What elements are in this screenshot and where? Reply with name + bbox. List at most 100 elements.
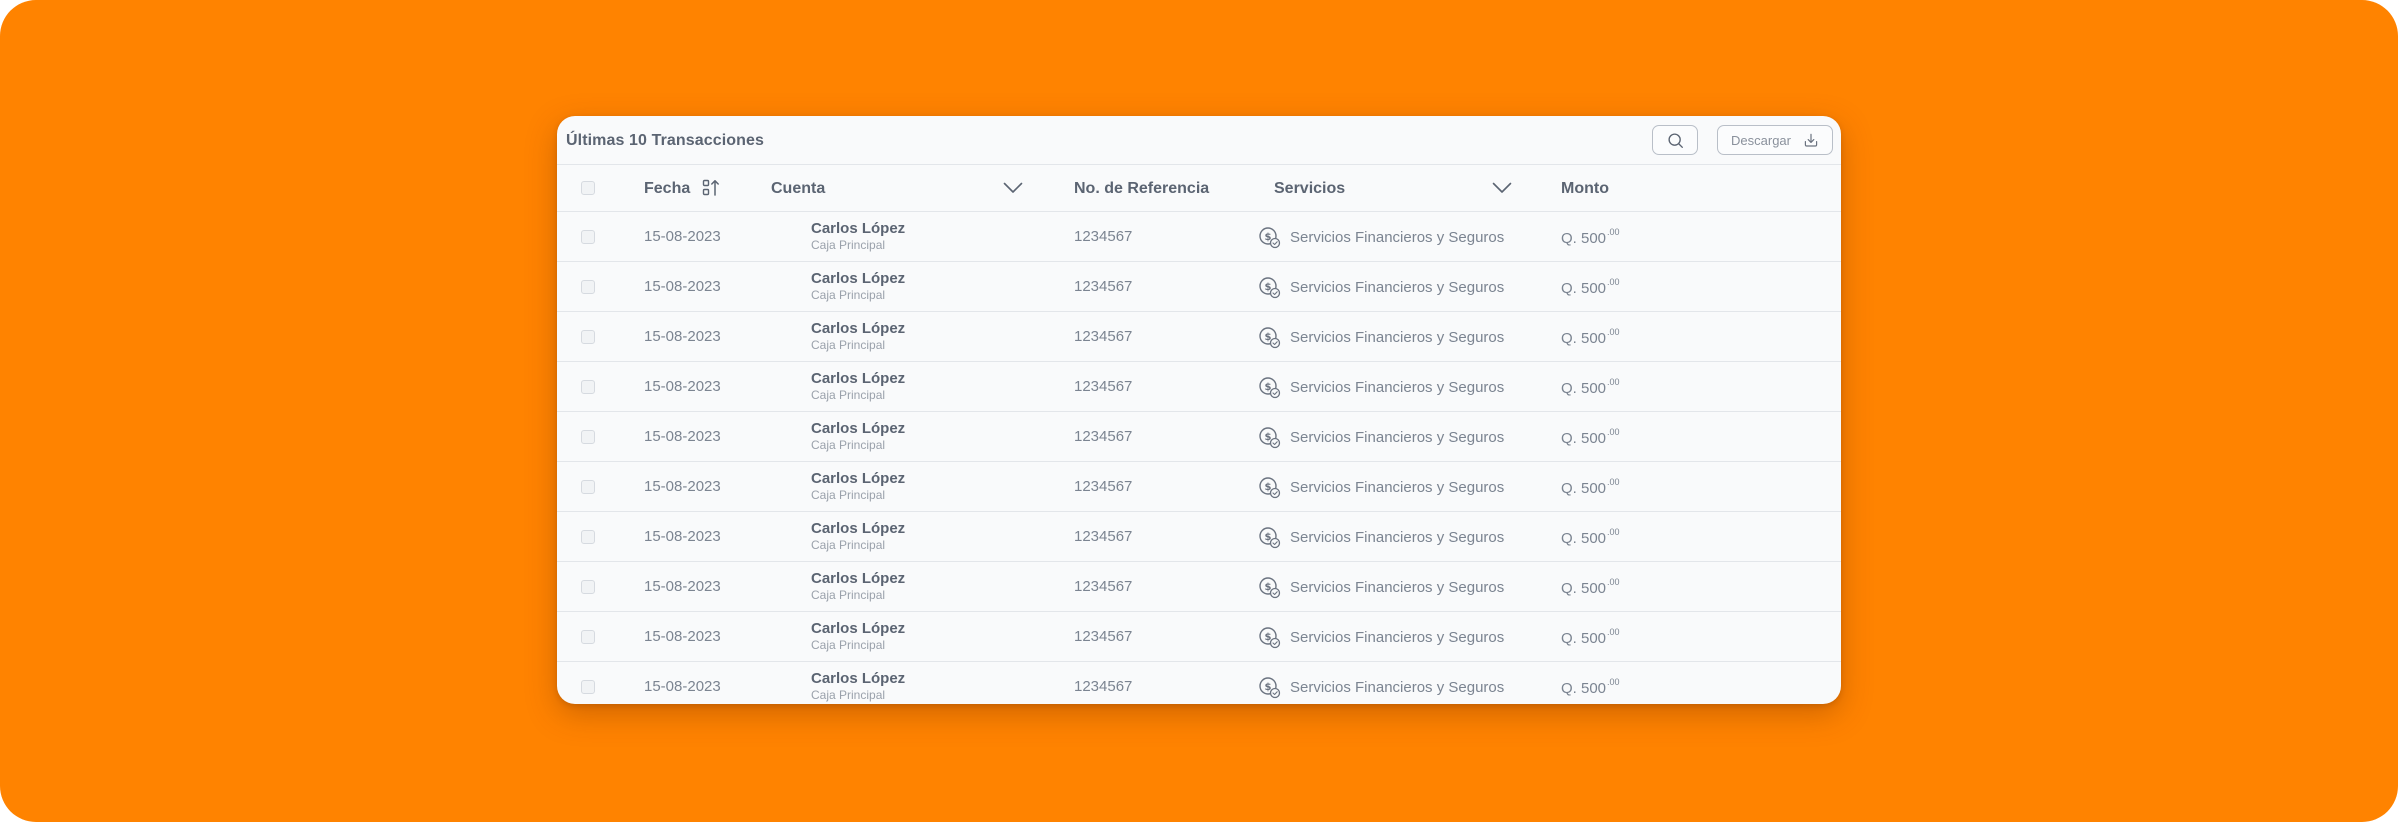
row-account-sub: Caja Principal bbox=[811, 688, 886, 702]
sort-icon[interactable] bbox=[702, 179, 720, 197]
table-row[interactable]: 15-08-2023 Carlos López Caja Principal 1… bbox=[557, 412, 1841, 462]
table-row[interactable]: 15-08-2023 Carlos López Caja Principal 1… bbox=[557, 362, 1841, 412]
column-monto[interactable]: Monto bbox=[1561, 180, 1609, 198]
coin-service-icon: $ bbox=[1259, 677, 1281, 699]
row-date: 15-08-2023 bbox=[644, 628, 721, 645]
coin-service-icon: $ bbox=[1259, 577, 1281, 599]
download-label: Descargar bbox=[1731, 132, 1791, 148]
row-reference: 1234567 bbox=[1074, 678, 1133, 695]
table-row[interactable]: 15-08-2023 Carlos López Caja Principal 1… bbox=[557, 662, 1841, 704]
row-checkbox[interactable] bbox=[581, 630, 595, 644]
row-account-name: Carlos López bbox=[811, 620, 906, 637]
row-account-name: Carlos López bbox=[811, 220, 906, 237]
row-account-sub: Caja Principal bbox=[811, 488, 886, 502]
row-checkbox[interactable] bbox=[581, 380, 595, 394]
coin-service-icon: $ bbox=[1259, 327, 1281, 349]
row-service: Servicios Financieros y Seguros bbox=[1290, 579, 1505, 596]
row-amount: Q. 500.00 bbox=[1561, 227, 1620, 247]
row-checkbox[interactable] bbox=[581, 530, 595, 544]
row-date: 15-08-2023 bbox=[644, 228, 721, 245]
page-background: Últimas 10 Transacciones Descargar Fecha bbox=[0, 0, 2398, 822]
row-checkbox[interactable] bbox=[581, 580, 595, 594]
row-checkbox[interactable] bbox=[581, 230, 595, 244]
row-account-name: Carlos López bbox=[811, 520, 906, 537]
row-account-name: Carlos López bbox=[811, 670, 906, 687]
download-button[interactable]: Descargar bbox=[1717, 125, 1833, 155]
table-header: Fecha Cuenta No. de Referencia Servicios… bbox=[557, 165, 1841, 212]
row-account-sub: Caja Principal bbox=[811, 388, 886, 402]
transactions-card: Últimas 10 Transacciones Descargar Fecha bbox=[557, 116, 1841, 704]
row-reference: 1234567 bbox=[1074, 628, 1133, 645]
coin-service-icon: $ bbox=[1259, 527, 1281, 549]
row-account-name: Carlos López bbox=[811, 320, 906, 337]
card-header: Últimas 10 Transacciones Descargar bbox=[557, 116, 1841, 165]
row-service: Servicios Financieros y Seguros bbox=[1290, 679, 1505, 696]
row-date: 15-08-2023 bbox=[644, 328, 721, 345]
row-service: Servicios Financieros y Seguros bbox=[1290, 479, 1505, 496]
row-amount: Q. 500.00 bbox=[1561, 627, 1620, 647]
table-row[interactable]: 15-08-2023 Carlos López Caja Principal 1… bbox=[557, 262, 1841, 312]
row-date: 15-08-2023 bbox=[644, 528, 721, 545]
row-reference: 1234567 bbox=[1074, 278, 1133, 295]
coin-service-icon: $ bbox=[1259, 477, 1281, 499]
table-row[interactable]: 15-08-2023 Carlos López Caja Principal 1… bbox=[557, 212, 1841, 262]
row-date: 15-08-2023 bbox=[644, 428, 721, 445]
row-reference: 1234567 bbox=[1074, 378, 1133, 395]
row-account-sub: Caja Principal bbox=[811, 238, 886, 252]
column-cuenta[interactable]: Cuenta bbox=[771, 180, 825, 198]
row-reference: 1234567 bbox=[1074, 478, 1133, 495]
chevron-down-icon[interactable] bbox=[1003, 182, 1023, 194]
download-icon bbox=[1804, 133, 1818, 147]
row-checkbox[interactable] bbox=[581, 280, 595, 294]
row-account-sub: Caja Principal bbox=[811, 638, 886, 652]
row-service: Servicios Financieros y Seguros bbox=[1290, 529, 1505, 546]
coin-service-icon: $ bbox=[1259, 427, 1281, 449]
row-date: 15-08-2023 bbox=[644, 378, 721, 395]
row-reference: 1234567 bbox=[1074, 578, 1133, 595]
row-account-sub: Caja Principal bbox=[811, 438, 886, 452]
row-amount: Q. 500.00 bbox=[1561, 277, 1620, 297]
row-account-sub: Caja Principal bbox=[811, 538, 886, 552]
row-checkbox[interactable] bbox=[581, 430, 595, 444]
coin-service-icon: $ bbox=[1259, 277, 1281, 299]
row-reference: 1234567 bbox=[1074, 228, 1133, 245]
row-account-name: Carlos López bbox=[811, 420, 906, 437]
row-checkbox[interactable] bbox=[581, 330, 595, 344]
table-row[interactable]: 15-08-2023 Carlos López Caja Principal 1… bbox=[557, 312, 1841, 362]
row-service: Servicios Financieros y Seguros bbox=[1290, 629, 1505, 646]
column-servicios[interactable]: Servicios bbox=[1274, 180, 1345, 198]
search-icon bbox=[1667, 132, 1683, 148]
row-account-sub: Caja Principal bbox=[811, 588, 886, 602]
row-checkbox[interactable] bbox=[581, 480, 595, 494]
row-amount: Q. 500.00 bbox=[1561, 377, 1620, 397]
row-date: 15-08-2023 bbox=[644, 478, 721, 495]
table-row[interactable]: 15-08-2023 Carlos López Caja Principal 1… bbox=[557, 462, 1841, 512]
coin-service-icon: $ bbox=[1259, 377, 1281, 399]
table-row[interactable]: 15-08-2023 Carlos López Caja Principal 1… bbox=[557, 562, 1841, 612]
row-date: 15-08-2023 bbox=[644, 278, 721, 295]
table-row[interactable]: 15-08-2023 Carlos López Caja Principal 1… bbox=[557, 512, 1841, 562]
row-date: 15-08-2023 bbox=[644, 678, 721, 695]
row-reference: 1234567 bbox=[1074, 528, 1133, 545]
row-amount: Q. 500.00 bbox=[1561, 577, 1620, 597]
row-checkbox[interactable] bbox=[581, 680, 595, 694]
row-account-name: Carlos López bbox=[811, 270, 906, 287]
row-account-sub: Caja Principal bbox=[811, 288, 886, 302]
row-service: Servicios Financieros y Seguros bbox=[1290, 429, 1505, 446]
row-reference: 1234567 bbox=[1074, 428, 1133, 445]
table-row[interactable]: 15-08-2023 Carlos López Caja Principal 1… bbox=[557, 612, 1841, 662]
row-service: Servicios Financieros y Seguros bbox=[1290, 379, 1505, 396]
row-date: 15-08-2023 bbox=[644, 578, 721, 595]
row-amount: Q. 500.00 bbox=[1561, 327, 1620, 347]
coin-service-icon: $ bbox=[1259, 627, 1281, 649]
row-account-name: Carlos López bbox=[811, 570, 906, 587]
chevron-down-icon[interactable] bbox=[1492, 182, 1512, 194]
column-fecha[interactable]: Fecha bbox=[644, 180, 690, 198]
row-amount: Q. 500.00 bbox=[1561, 677, 1620, 697]
row-service: Servicios Financieros y Seguros bbox=[1290, 329, 1505, 346]
select-all-checkbox[interactable] bbox=[581, 181, 595, 195]
row-account-name: Carlos López bbox=[811, 370, 906, 387]
column-referencia[interactable]: No. de Referencia bbox=[1074, 180, 1209, 198]
search-button[interactable] bbox=[1652, 125, 1698, 155]
row-amount: Q. 500.00 bbox=[1561, 527, 1620, 547]
